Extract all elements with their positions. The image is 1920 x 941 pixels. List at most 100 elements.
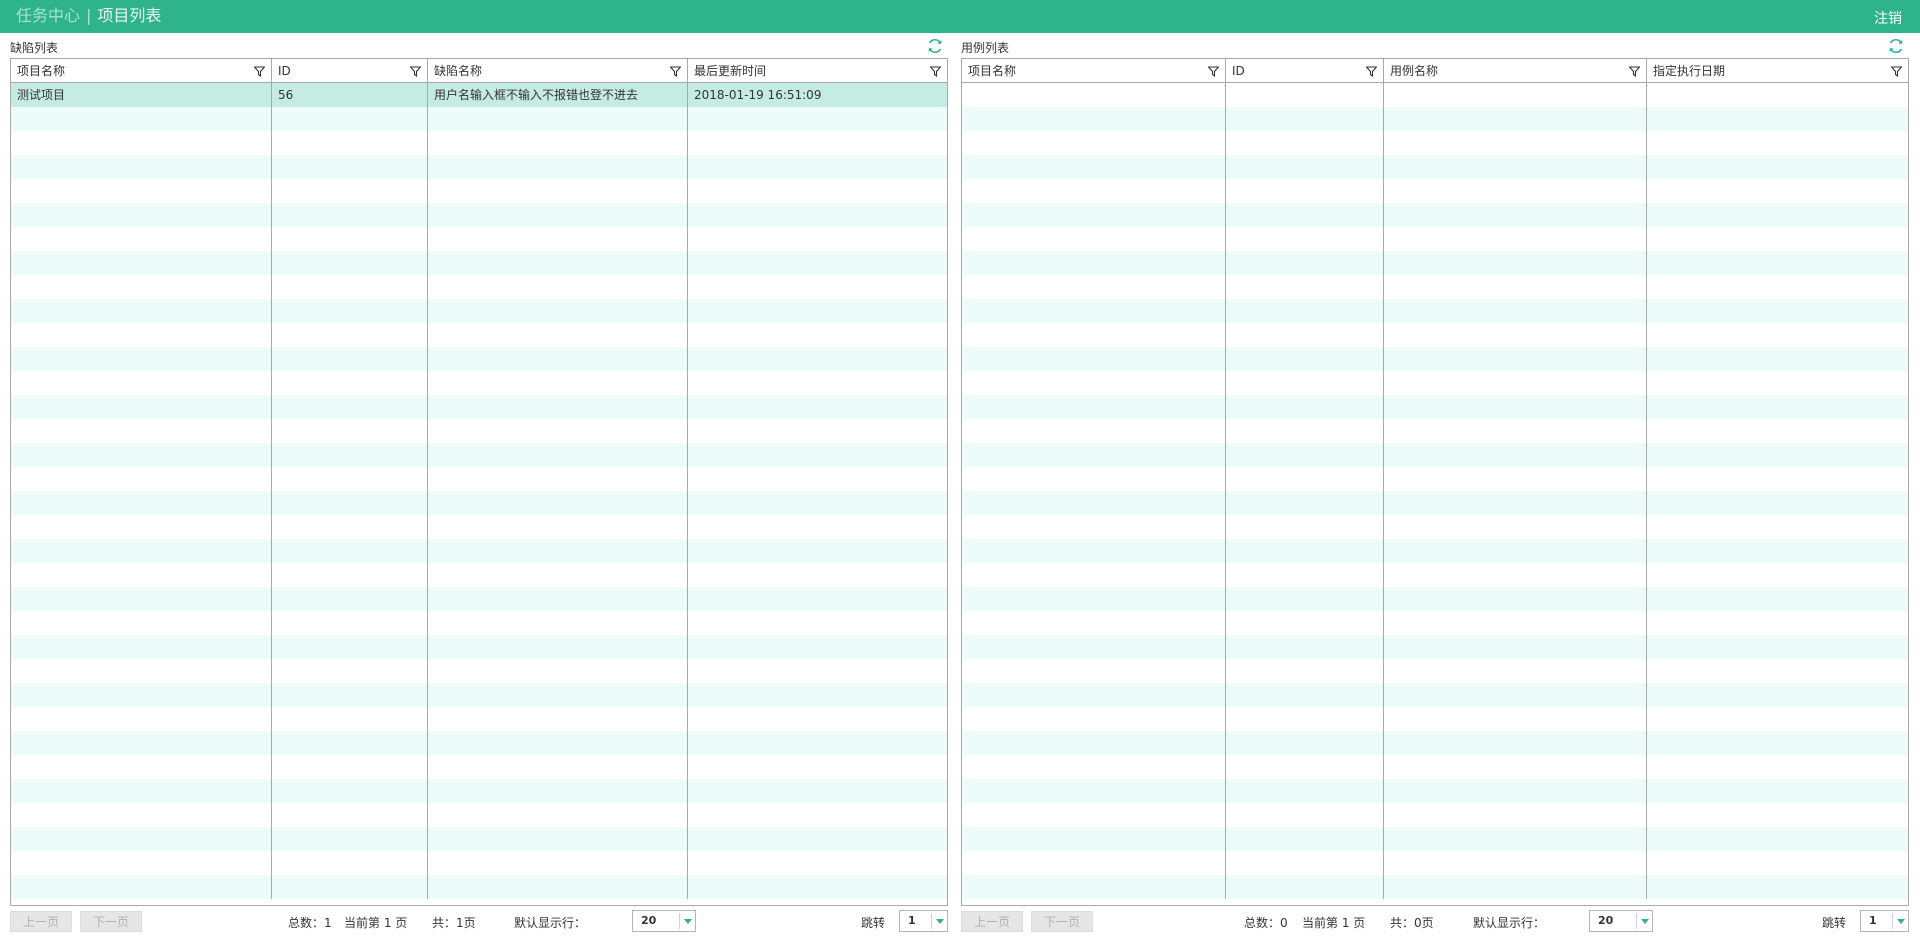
table-row[interactable] xyxy=(962,275,1908,299)
next-page-button[interactable]: 下一页 xyxy=(1031,911,1093,932)
column-header-project-name[interactable]: 项目名称 xyxy=(962,59,1226,83)
jump-page-select[interactable]: 1 xyxy=(899,910,948,932)
table-row[interactable] xyxy=(962,155,1908,179)
table-row[interactable] xyxy=(11,707,947,731)
table-row[interactable] xyxy=(11,875,947,899)
filter-icon[interactable] xyxy=(254,66,265,77)
filter-icon[interactable] xyxy=(1629,66,1640,77)
table-row[interactable] xyxy=(962,731,1908,755)
table-row[interactable] xyxy=(11,419,947,443)
table-row[interactable] xyxy=(962,395,1908,419)
table-row[interactable] xyxy=(11,539,947,563)
column-header-date[interactable]: 最后更新时间 xyxy=(688,59,947,83)
table-row[interactable] xyxy=(962,179,1908,203)
filter-icon[interactable] xyxy=(930,66,941,77)
table-row[interactable] xyxy=(962,803,1908,827)
table-row[interactable] xyxy=(11,275,947,299)
table-row[interactable] xyxy=(962,467,1908,491)
prev-page-button[interactable]: 上一页 xyxy=(961,911,1023,932)
table-row[interactable] xyxy=(11,731,947,755)
filter-icon[interactable] xyxy=(670,66,681,77)
table-row[interactable]: 测试项目 56 用户名输入框不输入不报错也登不进去 2018-01-19 16:51:… xyxy=(11,83,947,107)
table-row[interactable] xyxy=(11,155,947,179)
table-row[interactable] xyxy=(11,755,947,779)
table-row[interactable] xyxy=(11,467,947,491)
table-row[interactable] xyxy=(11,683,947,707)
table-row[interactable] xyxy=(962,779,1908,803)
table-row[interactable] xyxy=(962,371,1908,395)
table-row[interactable] xyxy=(11,227,947,251)
table-row[interactable] xyxy=(11,635,947,659)
table-row[interactable] xyxy=(962,107,1908,131)
table-row[interactable] xyxy=(962,539,1908,563)
prev-page-button[interactable]: 上一页 xyxy=(10,911,72,932)
filter-icon[interactable] xyxy=(1208,66,1219,77)
table-cell xyxy=(428,347,688,371)
table-row[interactable] xyxy=(962,443,1908,467)
table-row[interactable] xyxy=(11,587,947,611)
jump-page-select[interactable]: 1 xyxy=(1860,910,1909,932)
table-row[interactable] xyxy=(11,107,947,131)
table-row[interactable] xyxy=(962,563,1908,587)
table-row[interactable] xyxy=(11,491,947,515)
table-row[interactable] xyxy=(962,515,1908,539)
table-row[interactable] xyxy=(11,443,947,467)
table-row[interactable] xyxy=(962,611,1908,635)
filter-icon[interactable] xyxy=(410,66,421,77)
table-row[interactable] xyxy=(11,659,947,683)
table-row[interactable] xyxy=(962,827,1908,851)
column-header-name[interactable]: 用例名称 xyxy=(1384,59,1647,83)
breadcrumb-separator: | xyxy=(86,6,92,25)
table-row[interactable] xyxy=(962,683,1908,707)
table-row[interactable] xyxy=(11,371,947,395)
table-row[interactable] xyxy=(11,203,947,227)
rows-per-page-select[interactable]: 20 xyxy=(1589,910,1653,932)
next-page-button[interactable]: 下一页 xyxy=(80,911,142,932)
table-row[interactable] xyxy=(11,131,947,155)
table-row[interactable] xyxy=(962,707,1908,731)
column-header-date[interactable]: 指定执行日期 xyxy=(1647,59,1908,83)
table-row[interactable] xyxy=(11,827,947,851)
table-row[interactable] xyxy=(962,227,1908,251)
table-row[interactable] xyxy=(962,131,1908,155)
column-header-project-name[interactable]: 项目名称 xyxy=(11,59,272,83)
table-row[interactable] xyxy=(962,851,1908,875)
table-row[interactable] xyxy=(11,779,947,803)
filter-icon[interactable] xyxy=(1366,66,1377,77)
table-row[interactable] xyxy=(962,83,1908,107)
table-row[interactable] xyxy=(962,323,1908,347)
breadcrumb-task-center[interactable]: 任务中心 xyxy=(16,6,80,25)
table-row[interactable] xyxy=(962,635,1908,659)
table-row[interactable] xyxy=(11,179,947,203)
table-row[interactable] xyxy=(962,299,1908,323)
table-row[interactable] xyxy=(11,323,947,347)
filter-icon[interactable] xyxy=(1891,66,1902,77)
table-row[interactable] xyxy=(962,203,1908,227)
table-row[interactable] xyxy=(962,659,1908,683)
refresh-icon[interactable] xyxy=(1887,37,1905,55)
table-row[interactable] xyxy=(11,347,947,371)
refresh-icon[interactable] xyxy=(926,37,944,55)
table-row[interactable] xyxy=(11,515,947,539)
table-row[interactable] xyxy=(11,251,947,275)
table-cell xyxy=(1384,227,1647,251)
table-cell xyxy=(962,635,1226,659)
table-row[interactable] xyxy=(11,563,947,587)
column-header-id[interactable]: ID xyxy=(1226,59,1384,83)
table-row[interactable] xyxy=(11,299,947,323)
logout-link[interactable]: 注销 xyxy=(1874,8,1902,28)
table-row[interactable] xyxy=(962,587,1908,611)
table-row[interactable] xyxy=(11,851,947,875)
rows-per-page-select[interactable]: 20 xyxy=(632,910,696,932)
table-row[interactable] xyxy=(11,395,947,419)
table-row[interactable] xyxy=(962,347,1908,371)
table-row[interactable] xyxy=(962,755,1908,779)
table-row[interactable] xyxy=(962,419,1908,443)
table-row[interactable] xyxy=(962,491,1908,515)
table-row[interactable] xyxy=(11,803,947,827)
column-header-name[interactable]: 缺陷名称 xyxy=(428,59,688,83)
column-header-id[interactable]: ID xyxy=(272,59,428,83)
table-row[interactable] xyxy=(11,611,947,635)
table-row[interactable] xyxy=(962,251,1908,275)
table-row[interactable] xyxy=(962,875,1908,899)
